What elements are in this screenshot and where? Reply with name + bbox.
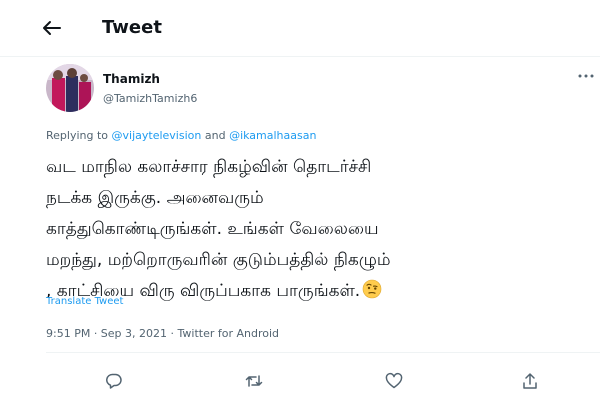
tweet-text: வட மாநில கலாச்சார நிகழ்வின் தொடர்ச்சி நட… xyxy=(46,152,586,307)
tweet-text-line: நடக்க இருக்கு. அனைவரும் xyxy=(46,188,264,208)
retweet-icon[interactable] xyxy=(244,371,264,391)
tweet-text-line-last: , காட்சியை விரு விருப்பகாக பாருங்கள். xyxy=(46,276,586,307)
tweet-timestamp-source[interactable]: 9:51 PM · Sep 3, 2021 · Twitter for Andr… xyxy=(46,327,279,340)
tweet-text-line: வட மாநில கலாச்சார நிகழ்வின் தொடர்ச்சி xyxy=(46,157,372,177)
like-icon[interactable] xyxy=(384,371,404,391)
more-options-icon[interactable] xyxy=(576,68,596,82)
top-bar: Tweet xyxy=(0,0,600,57)
back-arrow-icon[interactable] xyxy=(40,18,64,38)
divider xyxy=(46,352,600,353)
raised-eyebrow-emoji-icon xyxy=(362,279,382,299)
mention-link-ikamalhaasan[interactable]: @ikamalhaasan xyxy=(229,129,316,142)
translate-tweet-link[interactable]: Translate Tweet xyxy=(46,296,123,307)
display-name[interactable]: Thamizh xyxy=(103,72,160,86)
replying-and: and xyxy=(204,129,226,142)
tweet-text-line: காத்துகொண்டிருங்கள். உங்கள் வேலையை xyxy=(46,219,379,239)
replying-prefix: Replying to xyxy=(46,129,109,142)
reply-icon[interactable] xyxy=(104,371,124,391)
mention-link-vijaytelevision[interactable]: @vijaytelevision xyxy=(112,129,202,142)
replying-to: Replying to @vijaytelevision and @ikamal… xyxy=(46,129,316,142)
tweet-text-line: மறந்து, மற்றொருவரின் குடும்பத்தில் நிகழு… xyxy=(46,250,391,270)
avatar[interactable] xyxy=(46,64,94,112)
share-icon[interactable] xyxy=(520,371,540,391)
page-title: Tweet xyxy=(102,17,162,38)
user-handle[interactable]: @TamizhTamizh6 xyxy=(103,92,197,105)
